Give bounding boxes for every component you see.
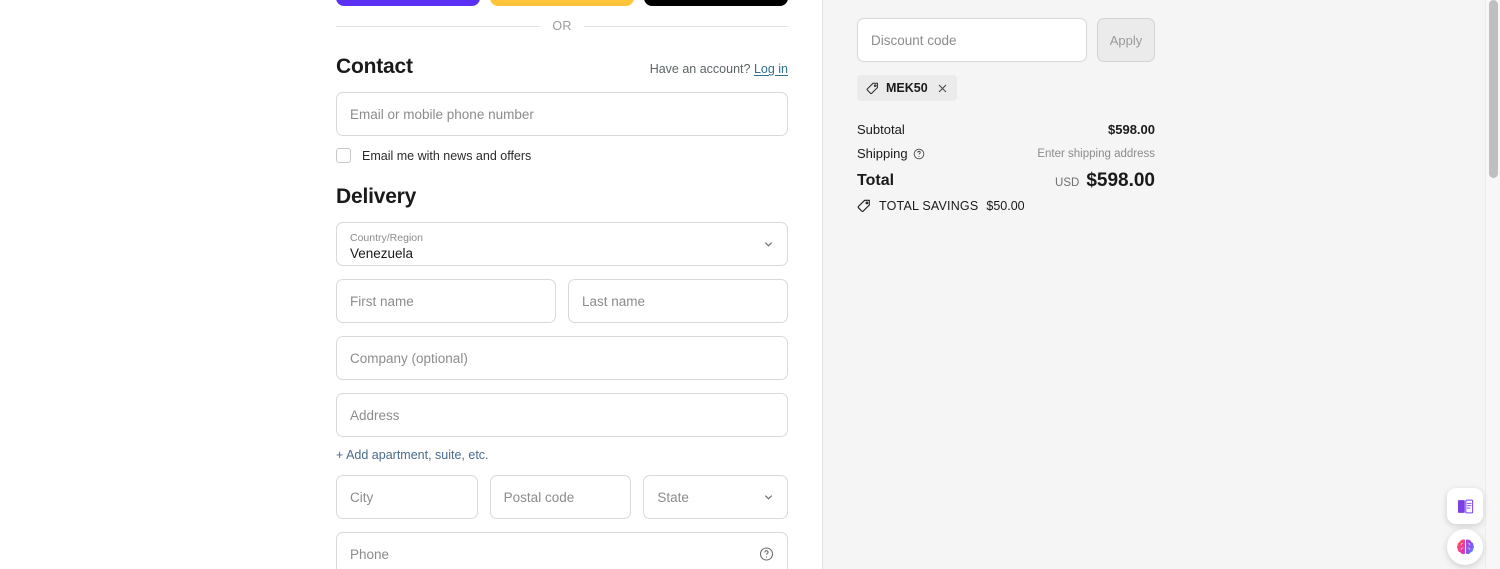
last-name-field[interactable]: Last name [568,279,788,323]
email-field[interactable]: Email or mobile phone number [336,92,788,136]
shipping-help-icon[interactable] [913,148,925,160]
remove-discount-icon[interactable] [937,83,948,94]
add-apartment-link[interactable]: + Add apartment, suite, etc. [336,448,788,462]
total-amount: $598.00 [1086,170,1155,191]
account-prompt: Have an account? Log in [650,62,788,76]
discount-code-row: Discount code Apply [857,18,1155,62]
chevron-down-icon [764,495,773,500]
country-region-select[interactable]: Country/Region Venezuela [336,222,788,266]
or-label: OR [552,19,572,33]
subtotal-label: Subtotal [857,122,905,137]
divider-rule-right [583,25,789,27]
cropped-summary-text [857,0,860,9]
tag-icon [866,82,878,94]
brain-icon [1456,539,1474,554]
phone-field[interactable]: Phone [336,532,788,569]
company-placeholder: Company (optional) [350,350,468,366]
country-region-label: Country/Region [350,231,423,244]
help-circle-icon[interactable] [759,547,774,562]
divider-rule-left [336,25,541,27]
city-field[interactable]: City [336,475,478,519]
paypal-button[interactable] [490,0,634,6]
subtotal-row: Subtotal $598.00 [857,122,1155,137]
email-placeholder: Email or mobile phone number [350,106,534,122]
chevron-down-icon [764,242,773,247]
total-savings-label: TOTAL SAVINGS [879,199,979,213]
checkout-main-column: OR Contact Have an account? Log in Email… [0,0,822,569]
discount-code-placeholder: Discount code [871,32,957,48]
newsletter-checkbox[interactable] [336,148,351,163]
applied-discount-chip: MEK50 [857,75,957,101]
shipping-label-group: Shipping [857,146,925,161]
or-divider: OR [336,19,789,33]
shipping-value: Enter shipping address [1037,147,1155,160]
book-widget-button[interactable] [1447,488,1483,524]
newsletter-checkbox-label: Email me with news and offers [362,148,532,163]
company-field[interactable]: Company (optional) [336,336,788,380]
last-name-placeholder: Last name [582,293,646,309]
shipping-label: Shipping [857,146,908,161]
floating-widgets [1447,488,1483,565]
city-postal-state-row: City Postal code State [336,462,788,519]
total-value-group: USD $598.00 [1055,170,1155,192]
newsletter-checkbox-row[interactable]: Email me with news and offers [336,148,788,163]
savings-tag-icon [857,199,870,212]
checkout-page: OR Contact Have an account? Log in Email… [0,0,1500,569]
total-currency: USD [1055,177,1080,189]
subtotal-value: $598.00 [1108,122,1155,137]
google-pay-button[interactable] [644,0,788,6]
phone-placeholder: Phone [350,546,390,562]
applied-discount-code: MEK50 [886,81,928,95]
state-placeholder: State [657,489,689,505]
total-row: Total USD $598.00 [857,170,1155,192]
address-placeholder: Address [350,407,400,423]
order-summary-column: Discount code Apply MEK50 Subtotal $598.… [822,0,1500,569]
first-name-field[interactable]: First name [336,279,556,323]
total-label: Total [857,172,895,189]
delivery-title: Delivery [336,185,417,208]
book-icon [1457,499,1473,513]
total-savings-value: $50.00 [986,199,1025,213]
apply-discount-button[interactable]: Apply [1097,18,1155,62]
order-totals: Subtotal $598.00 Shipping Enter shipping… [857,122,1155,213]
account-prompt-text: Have an account? [649,62,751,76]
state-select[interactable]: State [643,475,788,519]
name-row: First name Last name [336,266,788,323]
address-field[interactable]: Address [336,393,788,437]
shipping-row: Shipping Enter shipping address [857,146,1155,161]
log-in-link[interactable]: Log in [754,62,788,76]
first-name-placeholder: First name [350,293,414,309]
postal-code-field[interactable]: Postal code [489,475,632,519]
contact-title: Contact [336,55,413,78]
postal-code-placeholder: Postal code [503,489,575,505]
brain-widget-button[interactable] [1447,529,1483,565]
shop-pay-button[interactable] [336,0,480,6]
country-region-value: Venezuela [350,245,414,261]
city-placeholder: City [350,489,374,505]
express-checkout-buttons [336,0,788,6]
contact-section-header: Contact Have an account? Log in [336,55,788,79]
delivery-section-header: Delivery [336,185,788,209]
discount-code-input[interactable]: Discount code [857,18,1087,62]
total-savings-row: TOTAL SAVINGS $50.00 [857,199,1155,213]
vertical-scrollbar[interactable] [1485,0,1500,569]
scrollbar-thumb[interactable] [1489,0,1498,178]
